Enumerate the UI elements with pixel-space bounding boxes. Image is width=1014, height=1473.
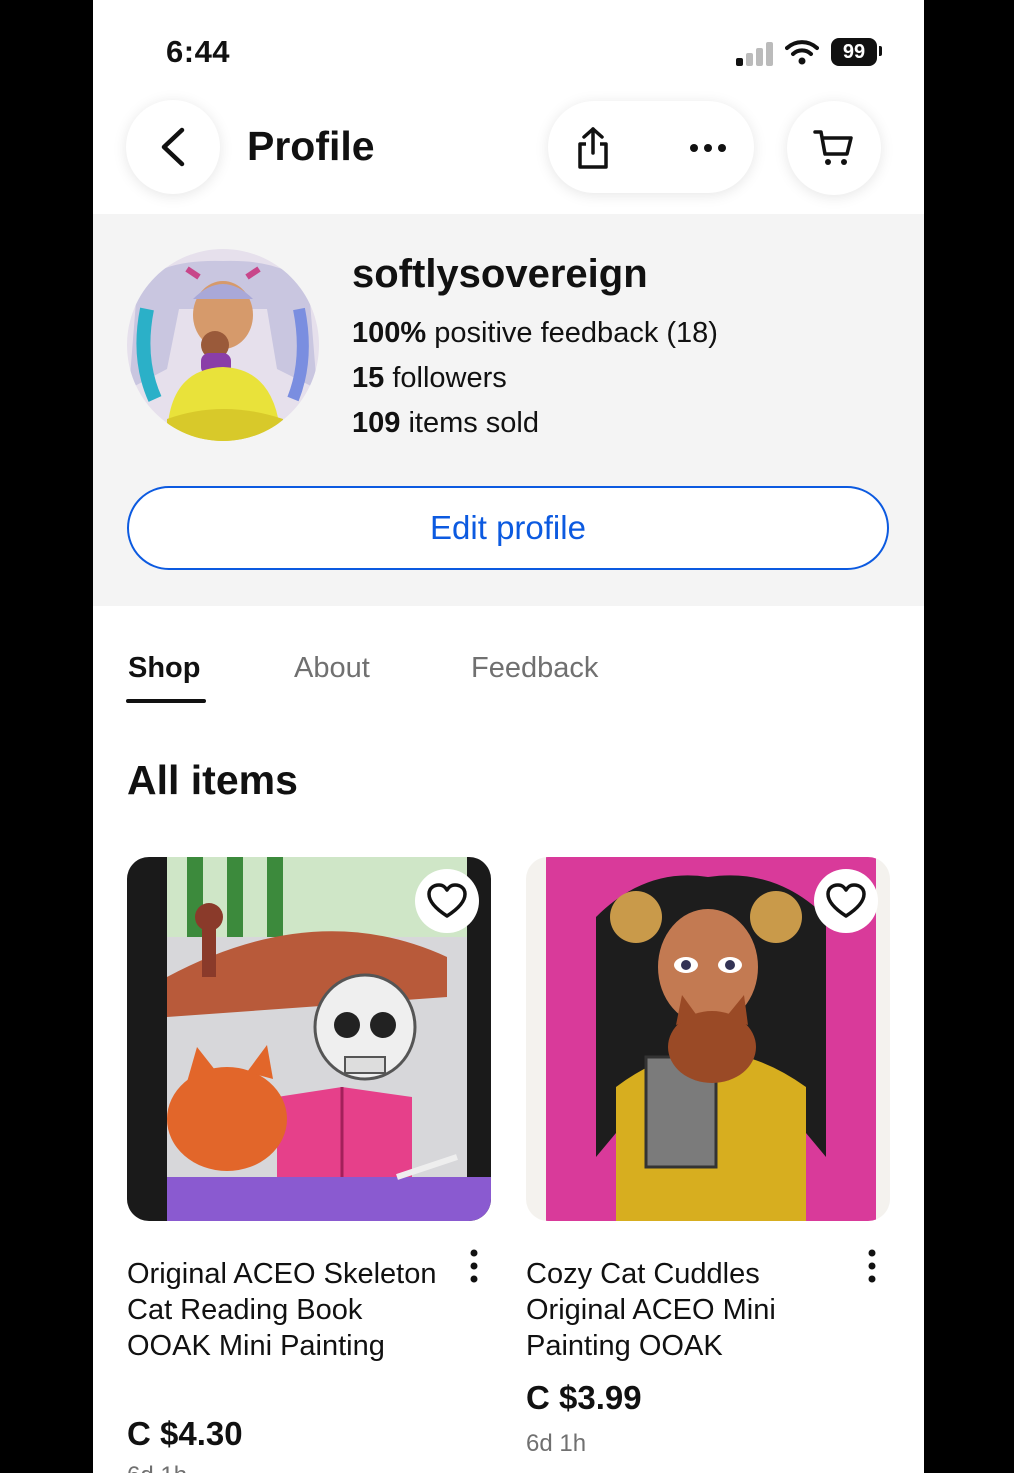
back-button[interactable] — [126, 100, 220, 194]
feedback-percent: 100% — [352, 317, 427, 349]
section-title: All items — [127, 757, 298, 803]
back-arrow-icon — [161, 127, 185, 167]
items-sold-label: items sold — [408, 407, 539, 439]
items-sold-stat: 109 items sold — [352, 407, 539, 440]
more-options-button[interactable] — [678, 118, 738, 178]
signal-icon — [736, 42, 774, 66]
item-menu-button-2[interactable] — [857, 1246, 887, 1286]
watch-button-1[interactable] — [415, 869, 479, 933]
status-time: 6:44 — [166, 34, 231, 69]
feedback-label[interactable]: positive feedback (18) — [434, 317, 718, 349]
item-price-2: C $3.99 — [526, 1379, 642, 1416]
items-sold-count: 109 — [352, 407, 401, 439]
item-time-left-1: 6d 1h — [127, 1462, 187, 1473]
battery-indicator: 99 — [831, 38, 877, 66]
wifi-icon — [785, 40, 819, 65]
followers-label: followers — [392, 362, 507, 394]
username: softlysovereign — [352, 252, 648, 296]
edit-profile-button[interactable]: Edit profile — [127, 486, 889, 570]
page-title: Profile — [247, 123, 375, 169]
item-title-1[interactable]: Original ACEO Skeleton Cat Reading Book … — [127, 1256, 442, 1364]
feedback-stat: 100% positive feedback (18) — [352, 317, 718, 350]
item-title-2[interactable]: Cozy Cat Cuddles Original ACEO Mini Pain… — [526, 1256, 841, 1364]
kebab-icon — [868, 1249, 876, 1283]
watch-button-2[interactable] — [814, 869, 878, 933]
cart-icon — [813, 130, 853, 165]
avatar-painting — [127, 249, 319, 441]
tab-about[interactable]: About — [294, 652, 370, 685]
item-time-left-2: 6d 1h — [526, 1430, 587, 1457]
followers-stat[interactable]: 15 followers — [352, 362, 507, 395]
avatar[interactable] — [127, 249, 319, 441]
active-tab-indicator — [126, 699, 206, 703]
followers-count: 15 — [352, 362, 385, 394]
cart-button[interactable] — [787, 101, 881, 195]
tab-shop[interactable]: Shop — [128, 652, 201, 685]
item-menu-button-1[interactable] — [459, 1246, 489, 1286]
app-screen: 6:44 99 Profile softlysovereign 100% pos… — [93, 0, 924, 1473]
kebab-icon — [470, 1249, 478, 1283]
heart-icon — [427, 883, 467, 918]
battery-tip — [879, 46, 882, 56]
heart-icon — [826, 883, 866, 918]
share-button[interactable] — [563, 118, 623, 178]
tab-feedback[interactable]: Feedback — [471, 652, 598, 685]
item-price-1: C $4.30 — [127, 1415, 243, 1452]
more-dots-icon — [690, 144, 726, 152]
share-icon — [578, 127, 608, 169]
